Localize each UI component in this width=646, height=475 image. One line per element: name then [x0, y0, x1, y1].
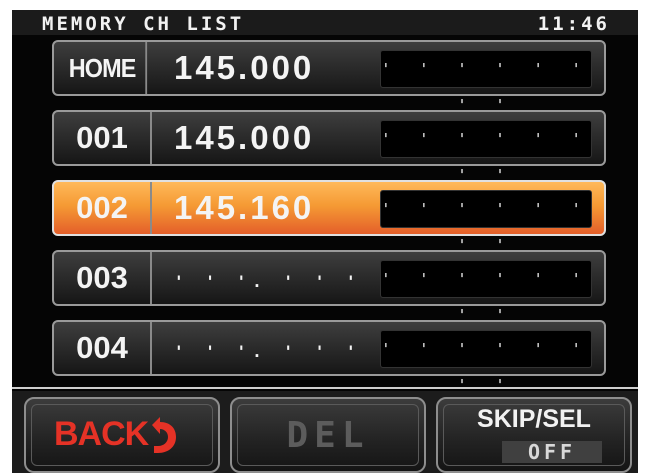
channel-name: ' ' ' ' ' ' ' ': [381, 130, 591, 184]
delete-label: DEL: [286, 415, 370, 456]
channel-row-002[interactable]: 002 145.160 ' ' ' ' ' ' ' ': [52, 180, 606, 254]
channel-name-box: ' ' ' ' ' ' ' ': [380, 260, 592, 324]
delete-button[interactable]: DEL: [230, 397, 426, 473]
channel-name: ' ' ' ' ' ' ' ': [381, 200, 591, 254]
channel-label: 001: [54, 112, 152, 164]
channel-row-001[interactable]: 001 145.000 ' ' ' ' ' ' ' ': [52, 110, 606, 184]
back-button[interactable]: BACK: [24, 397, 220, 473]
channel-row-home[interactable]: HOME 145.000 ' ' ' ' ' ' ' ': [52, 40, 606, 114]
back-label: BACK: [54, 415, 149, 453]
radio-screen: MEMORY CH LIST 11:46 HOME 145.000 ' ' ' …: [12, 10, 638, 473]
softkey-bar: BACK DEL SKIP/SEL OFF: [12, 391, 638, 473]
channel-name-box: ' ' ' ' ' ' ' ': [380, 50, 592, 114]
channel-frequency: 145.000: [174, 49, 315, 86]
channel-label: 002: [54, 182, 152, 234]
channel-label: HOME: [59, 42, 148, 94]
return-arrow-icon: [146, 415, 180, 461]
channel-frequency: 145.160: [174, 189, 315, 226]
skip-select-label: SKIP/SEL: [477, 405, 591, 433]
channel-name: ' ' ' ' ' ' ' ': [381, 60, 591, 114]
channel-label: 004: [54, 322, 152, 374]
channel-label: 003: [54, 252, 152, 304]
skip-select-value: OFF: [502, 441, 602, 463]
status-bar: MEMORY CH LIST 11:46: [12, 10, 638, 35]
channel-name-box: ' ' ' ' ' ' ' ': [380, 330, 592, 394]
channel-name-box: ' ' ' ' ' ' ' ': [380, 190, 592, 254]
channel-row-004[interactable]: 004 ' ' '. ' ' ' ' ' ' ' ' ' ' ': [52, 320, 606, 394]
clock: 11:46: [537, 13, 610, 35]
channel-name-box: ' ' ' ' ' ' ' ': [380, 120, 592, 184]
channel-frequency: 145.000: [174, 119, 315, 156]
screen-title: MEMORY CH LIST: [42, 13, 245, 35]
channel-name: ' ' ' ' ' ' ' ': [381, 270, 591, 324]
channel-frequency: ' ' '. ' ' ': [174, 342, 362, 361]
softkey-divider: [12, 387, 638, 389]
channel-frequency: ' ' '. ' ' ': [174, 272, 362, 291]
skip-select-button[interactable]: SKIP/SEL OFF: [436, 397, 632, 473]
channel-name: ' ' ' ' ' ' ' ': [381, 340, 591, 394]
channel-row-003[interactable]: 003 ' ' '. ' ' ' ' ' ' ' ' ' ' ': [52, 250, 606, 324]
